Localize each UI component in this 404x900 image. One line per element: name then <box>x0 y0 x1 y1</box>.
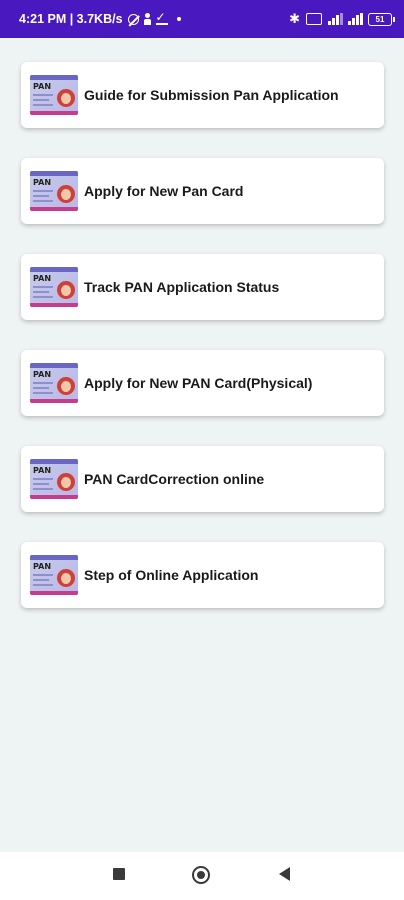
battery-icon: 51 <box>368 12 395 26</box>
pan-icon-text: PAN <box>33 466 52 475</box>
pan-card-icon: PAN <box>30 267 78 307</box>
menu-item-guide[interactable]: PAN Guide for Submission Pan Application <box>21 62 384 128</box>
pan-icon-text: PAN <box>33 370 52 379</box>
pan-icon-text: PAN <box>33 274 52 283</box>
navigation-bar <box>0 852 404 900</box>
dot-icon <box>176 17 181 21</box>
menu-item-label: Step of Online Application <box>84 567 259 583</box>
pan-icon-text: PAN <box>33 562 52 571</box>
pan-card-icon: PAN <box>30 555 78 595</box>
home-icon[interactable] <box>192 866 210 884</box>
status-right: ✱ 51 <box>289 11 395 27</box>
pan-card-icon: PAN <box>30 75 78 115</box>
signal-icon <box>328 13 343 25</box>
pan-card-icon: PAN <box>30 171 78 211</box>
wifi-signal-icon <box>348 13 363 25</box>
vpn-box-icon <box>306 13 322 25</box>
bluetooth-icon: ✱ <box>289 11 300 26</box>
person-icon <box>143 13 151 25</box>
alarm-off-icon <box>127 13 139 25</box>
pan-card-icon: PAN <box>30 363 78 403</box>
status-bar: 4:21 PM | 3.7KB/s ✱ 51 <box>0 0 404 38</box>
menu-item-track-status[interactable]: PAN Track PAN Application Status <box>21 254 384 320</box>
menu-item-steps[interactable]: PAN Step of Online Application <box>21 542 384 608</box>
recent-apps-icon[interactable] <box>113 868 125 880</box>
pan-card-icon: PAN <box>30 459 78 499</box>
download-icon <box>155 10 168 25</box>
menu-item-label: PAN CardCorrection online <box>84 471 265 487</box>
menu-item-label: Apply for New PAN Card(Physical) <box>84 375 313 391</box>
status-time-speed: 4:21 PM | 3.7KB/s <box>19 12 123 26</box>
menu-item-apply-physical[interactable]: PAN Apply for New PAN Card(Physical) <box>21 350 384 416</box>
menu-item-label: Apply for New Pan Card <box>84 183 244 199</box>
menu-item-label: Guide for Submission Pan Application <box>84 87 339 103</box>
menu-item-correction[interactable]: PAN PAN CardCorrection online <box>21 446 384 512</box>
pan-icon-text: PAN <box>33 82 52 91</box>
menu-item-apply-new[interactable]: PAN Apply for New Pan Card <box>21 158 384 224</box>
pan-icon-text: PAN <box>33 178 52 187</box>
menu-item-label: Track PAN Application Status <box>84 279 280 295</box>
back-icon[interactable] <box>279 867 290 881</box>
status-left: 4:21 PM | 3.7KB/s <box>19 10 181 26</box>
